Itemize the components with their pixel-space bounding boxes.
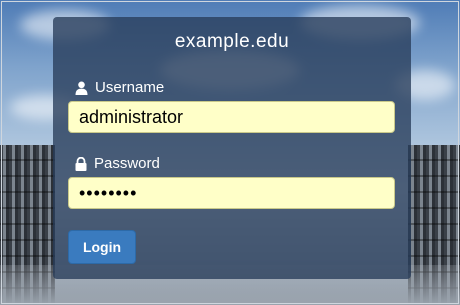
site-title: example.edu [174,31,290,52]
username-label-row: Username [75,79,164,96]
password-label-row: Password [75,155,160,172]
user-icon [75,81,88,95]
login-panel: example.edu Username Password •••••••• L… [53,17,411,279]
username-label: Username [95,79,165,96]
login-button[interactable]: Login [68,230,136,264]
lock-icon [75,156,87,171]
password-input[interactable]: •••••••• [68,177,395,209]
password-label: Password [94,155,160,172]
username-input[interactable] [68,101,395,133]
